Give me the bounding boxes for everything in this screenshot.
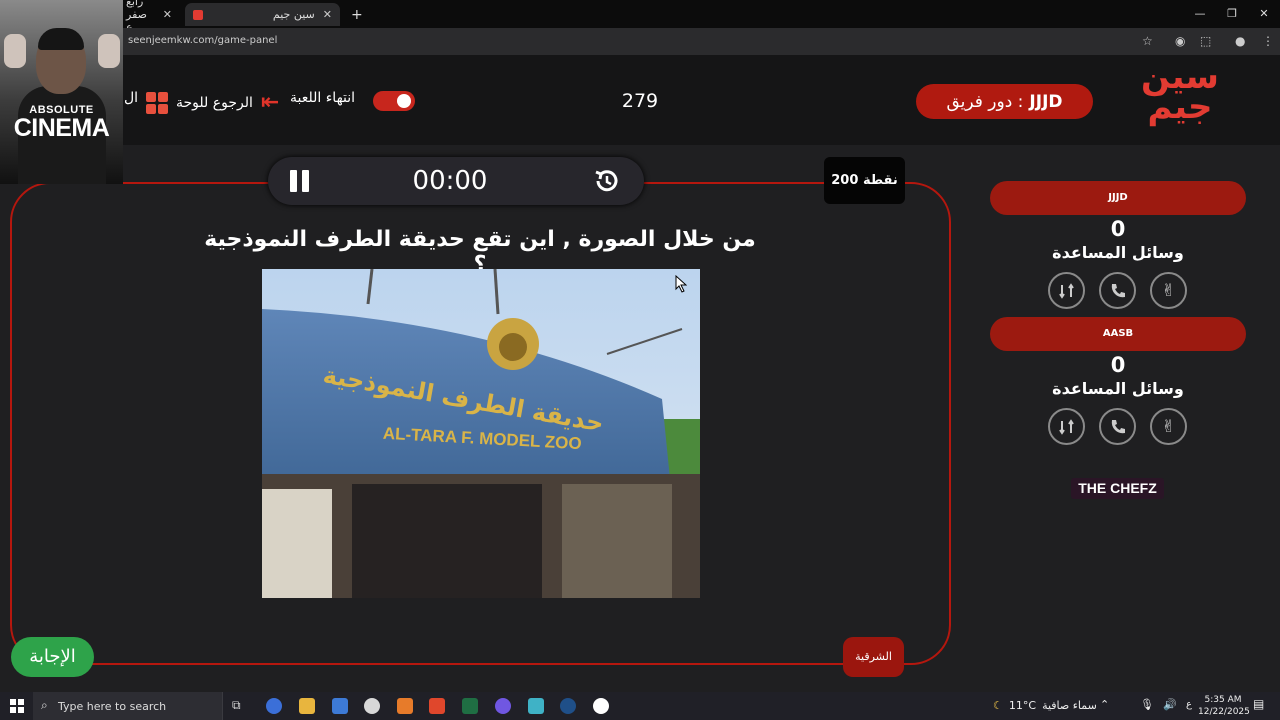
new-tab-button[interactable]: + (343, 3, 371, 26)
input-language[interactable]: ع (1186, 699, 1192, 710)
site-logo[interactable]: سين جيم (1140, 60, 1220, 138)
help-tools-label: وسائل المساعدة (1052, 379, 1184, 398)
menu-icon[interactable]: ⋮ (1262, 34, 1274, 48)
mouse-cursor-icon (675, 275, 687, 293)
victory-hand-icon[interactable]: ✌ (1150, 272, 1187, 309)
restore-icon[interactable]: ❐ (1216, 0, 1248, 28)
store-icon[interactable] (332, 698, 348, 714)
favicon-icon (193, 9, 203, 20)
weather-widget[interactable]: ☾ 11°C سماء صافية (993, 699, 1097, 712)
extension-icon[interactable]: ◉ (1175, 34, 1185, 48)
profile-icon[interactable]: ● (1235, 34, 1245, 48)
puzzle-icon[interactable]: ⬚ (1200, 34, 1211, 48)
grid-icon (146, 91, 168, 114)
left-hand (4, 34, 26, 68)
url-text[interactable]: seenjeemkw.com/game-panel (128, 35, 277, 46)
end-game-link[interactable]: انتهاء اللعبة (290, 90, 355, 106)
mic-icon[interactable]: 🎙 (1140, 698, 1154, 711)
team-name-pill: JJJD (990, 181, 1246, 215)
clock-time: 5:35 AM (1204, 695, 1242, 705)
task-view-icon[interactable]: ⧉ (232, 698, 248, 714)
swap-question-icon[interactable] (1048, 272, 1085, 309)
temperature: 11°C (1008, 699, 1037, 712)
team-score: 0 (1110, 217, 1126, 241)
windows-start-icon[interactable] (10, 699, 24, 713)
turn-team: JJJD (1029, 91, 1063, 112)
turn-indicator: دور فريق : JJJD (916, 84, 1093, 119)
help-tools-label: وسائل المساعدة (1052, 243, 1184, 262)
search-icon: ⌕ (41, 698, 48, 712)
copilot-icon[interactable] (266, 698, 282, 714)
chevron-up-icon[interactable]: ⌃ (1100, 698, 1109, 711)
volume-icon[interactable]: 🔊 (1163, 698, 1177, 711)
swap-question-icon[interactable] (1048, 408, 1085, 445)
streamer-cap (38, 28, 84, 50)
points-badge: 200 نقطة (824, 157, 905, 204)
windows-taskbar: ⌕ Type here to search ⧉ ☾ 11°C سماء صافي… (0, 692, 1280, 720)
browser-tab-strip: رابع صفر ع ✕ سين جيم ✕ + — ❐ ✕ (0, 0, 1280, 34)
end-game-toggle[interactable] (373, 91, 415, 111)
overlay-text-bottom: CINEMA (13, 114, 110, 142)
discord-icon[interactable] (495, 698, 511, 714)
tab-inactive[interactable]: رابع صفر ع ✕ (118, 0, 180, 34)
pause-icon[interactable] (290, 170, 310, 192)
turn-label: دور فريق : (946, 91, 1024, 112)
chrome-icon[interactable] (364, 698, 380, 714)
taskbar-clock[interactable]: 5:35 AM 12/22/2025 (1198, 694, 1250, 718)
excel-icon[interactable] (462, 698, 478, 714)
minimize-icon[interactable]: — (1184, 0, 1216, 28)
app-icon[interactable] (397, 698, 413, 714)
clock-date: 12/22/2025 (1198, 707, 1250, 717)
arrow-left-icon: ⇤ (260, 90, 280, 115)
end-game-label: انتهاء اللعبة (290, 90, 356, 106)
tab-label: سين جيم (272, 8, 315, 21)
weather-text: سماء صافية (1042, 699, 1097, 712)
sponsor-logo: THE CHEFZ (1071, 478, 1164, 499)
moon-icon: ☾ (993, 699, 1003, 712)
window-controls: — ❐ ✕ (1184, 0, 1280, 28)
close-window-icon[interactable]: ✕ (1248, 0, 1280, 28)
brave-icon[interactable] (429, 698, 445, 714)
timer-text: 00:00 (412, 166, 488, 196)
answer-button[interactable]: الإجابة (11, 637, 94, 677)
address-bar: seenjeemkw.com/game-panel ☆ ◉ ⬚ ● ⋮ (0, 28, 1280, 55)
close-icon[interactable]: ✕ (163, 8, 172, 21)
notification-icon[interactable]: ▤ (1253, 697, 1264, 711)
steam-icon[interactable] (560, 698, 576, 714)
category-badge: الشرقية (843, 637, 904, 677)
back-label: الرجوع للوحة (176, 94, 253, 111)
back-to-board-link[interactable]: الرجوع للوحة ⇤ (146, 90, 279, 115)
bookmark-star-icon[interactable]: ☆ (1142, 34, 1153, 48)
tab-active[interactable]: سين جيم ✕ (185, 3, 340, 26)
obs-icon[interactable] (593, 698, 609, 714)
phone-friend-icon[interactable] (1099, 272, 1136, 309)
reset-timer-icon[interactable] (592, 166, 622, 196)
cut-link[interactable]: ال (124, 90, 138, 106)
logo-bottom: جيم (1147, 87, 1213, 127)
search-placeholder: Type here to search (58, 700, 167, 713)
phone-friend-icon[interactable] (1099, 408, 1136, 445)
victory-hand-icon[interactable]: ✌ (1150, 408, 1187, 445)
question-image: حديقة الطرف النموذجية AL-TARA F. MODEL Z… (262, 269, 700, 598)
webcam-overlay: ABSOLUTE CINEMA (0, 0, 123, 184)
score-counter: 279 (621, 90, 659, 112)
team-name-pill: AASB (990, 317, 1246, 351)
team-score: 0 (1110, 353, 1126, 377)
right-hand (98, 34, 120, 68)
close-icon[interactable]: ✕ (323, 8, 332, 21)
app-icon[interactable] (528, 698, 544, 714)
file-explorer-icon[interactable] (299, 698, 315, 714)
